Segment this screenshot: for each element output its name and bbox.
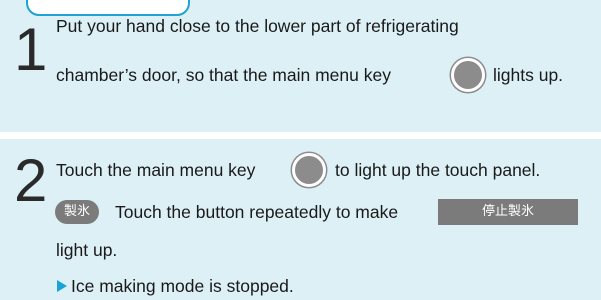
stop-ice-making-button: 停止製氷 (438, 199, 578, 225)
step-1-text-line1: Put your hand close to the lower part of… (56, 16, 459, 36)
result-arrow-icon (57, 280, 67, 292)
step-1-number: 1 (14, 16, 48, 83)
main-menu-key-icon-2 (292, 153, 326, 187)
step-1-text-line2: chamber’s door, so that the main menu ke… (56, 65, 391, 85)
step-1-text-line2-end: lights up. (493, 65, 564, 85)
step-2-result: Ice making mode is stopped. (71, 276, 294, 296)
step-2-text-line2: Touch the button repeatedly to make (115, 202, 399, 222)
step-2-number: 2 (14, 147, 48, 214)
main-menu-key-icon (451, 58, 485, 92)
step-2-text-line1-end: to light up the touch panel. (335, 160, 541, 180)
ice-making-button: 製氷 (55, 200, 100, 224)
step-2-text-line3: light up. (56, 240, 118, 260)
step-2-text-line1: Touch the main menu key (56, 160, 256, 180)
header-tab (26, 0, 190, 16)
step-divider (0, 132, 601, 139)
